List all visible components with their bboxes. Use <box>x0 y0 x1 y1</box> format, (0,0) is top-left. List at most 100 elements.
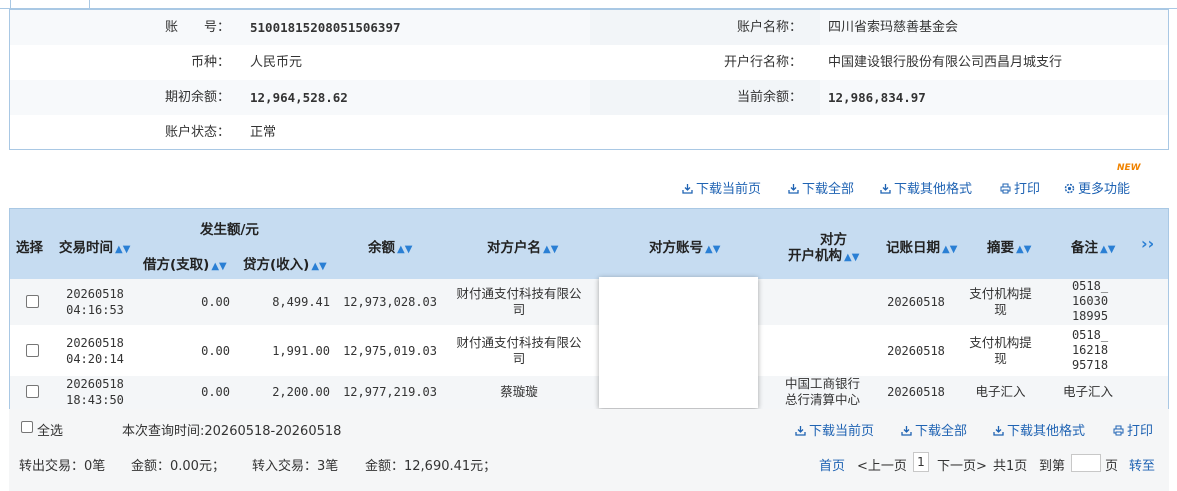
page-number-input[interactable] <box>1071 454 1101 472</box>
row-checkbox[interactable] <box>26 385 39 398</box>
info-row-balance: 期初余额： 12,964,528.62 当前余额： 12,986,834.97 <box>10 80 1168 115</box>
download-all-button[interactable]: 下载全部 <box>788 178 854 197</box>
bank-name-label: 开户行名称： <box>723 55 802 70</box>
sort-icon[interactable]: ▲▼ <box>1100 244 1115 255</box>
total-pages: 共1页 <box>993 459 1028 474</box>
sort-icon[interactable]: ▲▼ <box>397 244 412 255</box>
more-functions-button[interactable]: 更多功能 <box>1064 178 1130 197</box>
row-credit: 1,991.00 <box>272 344 330 358</box>
row-remark: 电子汇入 <box>1062 384 1113 399</box>
info-row-status: 账户状态： 正常 <box>10 115 1168 150</box>
download-page-button[interactable]: 下载当前页 <box>682 178 761 197</box>
next-page-link[interactable]: 下一页> <box>937 455 987 474</box>
footer-print-button[interactable]: 打印 <box>1113 420 1153 439</box>
row-summary: 支付机构提现 <box>969 286 1032 317</box>
tab-strip <box>0 0 1177 9</box>
table-row[interactable]: 20260518 04:20:14 0.00 1,991.00 12,975,01… <box>10 328 1168 374</box>
sort-icon[interactable]: ▲▼ <box>705 244 720 255</box>
col-time[interactable]: 交易时间 ▲▼ <box>59 236 130 256</box>
col-debit[interactable]: 借方(支取) ▲▼ <box>143 253 227 273</box>
select-all-checkbox[interactable] <box>21 421 33 433</box>
row-remark: 0518_ 16218 95718 <box>1071 328 1109 372</box>
current-page[interactable]: 1 <box>913 452 929 472</box>
footer-download-all-button[interactable]: 下载全部 <box>901 420 967 439</box>
table-row[interactable]: 20260518 18:43:50 0.00 2,200.00 12,977,21… <box>10 376 1168 409</box>
row-counterparty-name: 财付通支付科技有限公司 <box>456 335 582 366</box>
sort-icon[interactable]: ▲▼ <box>1016 244 1031 255</box>
row-checkbox[interactable] <box>26 295 39 308</box>
row-checkbox[interactable] <box>26 344 39 357</box>
account-status-label: 账户状态： <box>164 125 230 140</box>
row-debit: 0.00 <box>201 385 230 399</box>
incoming-amount: 金额：12,690.41元； <box>365 459 497 474</box>
print-label: 打印 <box>1014 182 1041 197</box>
info-row-account: 账 号： 51001815208051506397 账户名称： 四川省索玛慈善基… <box>10 10 1168 45</box>
currency-label: 币种： <box>190 55 230 70</box>
table-row[interactable]: 20260518 04:16:53 0.00 8,499.41 12,973,02… <box>10 279 1168 325</box>
row-post-date: 20260518 <box>887 295 945 309</box>
sort-icon[interactable]: ▲▼ <box>311 261 326 272</box>
account-name-value: 四川省索玛慈善基金会 <box>828 20 959 35</box>
download-all-label: 下载全部 <box>802 182 855 197</box>
account-name-label: 账户名称： <box>736 20 802 35</box>
transaction-table: 选择 交易时间 ▲▼ 发生额/元 借方(支取) ▲▼ 贷方(收入) ▲▼ 余额 ▲▼ 对… <box>9 208 1169 409</box>
select-all-label[interactable]: 全选 <box>37 420 63 439</box>
row-summary: 支付机构提现 <box>969 335 1032 366</box>
opening-balance-value: 12,964,528.62 <box>250 90 348 105</box>
active-tab[interactable] <box>10 0 90 9</box>
footer-download-page-button[interactable]: 下载当前页 <box>795 420 874 439</box>
row-counterparty-name: 蔡璇璇 <box>500 384 538 399</box>
toolbar: 下载当前页 下载全部 下载其他格式 打印 更多功能 <box>0 178 1177 197</box>
page-unit-label: 页 <box>1105 459 1119 474</box>
row-balance: 12,977,219.03 <box>343 385 437 399</box>
col-summary[interactable]: 摘要 ▲▼ <box>987 236 1031 256</box>
download-other-button[interactable]: 下载其他格式 <box>880 178 972 197</box>
goto-button[interactable]: 转至 <box>1129 455 1155 474</box>
new-badge: NEW <box>1117 163 1141 173</box>
sort-icon[interactable]: ▲▼ <box>211 261 226 272</box>
col-remark[interactable]: 备注 ▲▼ <box>1071 236 1115 256</box>
row-balance: 12,975,019.03 <box>343 344 437 358</box>
col-counterparty-name[interactable]: 对方户名 ▲▼ <box>487 236 558 256</box>
row-remark: 0518_ 16030 18995 <box>1071 279 1109 323</box>
col-credit[interactable]: 贷方(收入) ▲▼ <box>243 253 327 273</box>
row-post-date: 20260518 <box>887 385 945 399</box>
account-no-value: 51001815208051506397 <box>250 20 401 35</box>
footer-download-other-button[interactable]: 下载其他格式 <box>993 420 1085 439</box>
download-icon <box>993 426 1004 436</box>
more-functions-label: 更多功能 <box>1078 182 1131 197</box>
col-counterparty-account[interactable]: 对方账号 ▲▼ <box>649 236 720 256</box>
col-post-date[interactable]: 记账日期 ▲▼ <box>886 236 957 256</box>
goto-label: 到第 <box>1039 459 1066 474</box>
download-icon <box>880 184 891 194</box>
sort-icon[interactable]: ▲▼ <box>844 252 859 263</box>
printer-icon <box>1113 425 1124 436</box>
opening-balance-label: 期初余额： <box>164 90 230 105</box>
row-time: 20260518 18:43:50 <box>66 377 124 407</box>
prev-page-link[interactable]: <上一页 <box>857 455 907 474</box>
row-time: 20260518 04:16:53 <box>66 287 124 317</box>
print-button[interactable]: 打印 <box>1000 178 1040 197</box>
download-other-label: 下载其他格式 <box>894 182 973 197</box>
col-balance[interactable]: 余额 ▲▼ <box>368 236 412 256</box>
outgoing-count: 转出交易：0笔 <box>19 459 106 474</box>
sort-icon[interactable]: ▲▼ <box>115 244 130 255</box>
col-amount-group: 发生额/元 <box>200 222 259 238</box>
sort-icon[interactable]: ▲▼ <box>543 244 558 255</box>
incoming-count: 转入交易：3笔 <box>252 459 339 474</box>
row-time: 20260518 04:20:14 <box>66 336 124 366</box>
gear-icon <box>1064 183 1075 194</box>
sort-icon[interactable]: ▲▼ <box>942 244 957 255</box>
currency-value: 人民币元 <box>250 55 303 70</box>
col-counterparty-bank[interactable]: 开户机构 ▲▼ <box>788 244 859 264</box>
scroll-right-icon[interactable]: ›› <box>1141 234 1154 253</box>
printer-icon <box>1000 183 1011 194</box>
row-credit: 2,200.00 <box>272 385 330 399</box>
download-icon <box>795 426 806 436</box>
redaction-overlay <box>599 277 758 408</box>
outgoing-amount: 金额：0.00元； <box>131 459 225 474</box>
first-page-link[interactable]: 首页 <box>819 455 845 474</box>
query-time: 本次查询时间:20260518-20260518 <box>122 424 342 439</box>
download-icon <box>788 184 799 194</box>
col-select: 选择 <box>16 240 43 256</box>
